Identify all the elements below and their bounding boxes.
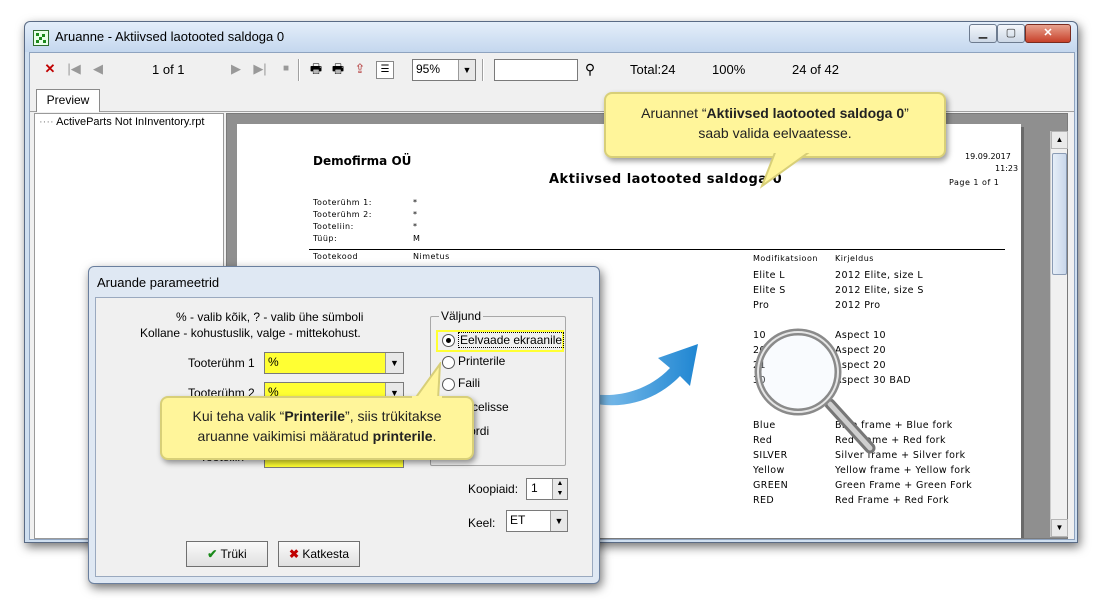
scroll-thumb[interactable] bbox=[1052, 153, 1067, 275]
page-indicator: 1 of 1 bbox=[152, 62, 185, 77]
column-header-modification: Modifikatsioon bbox=[753, 254, 818, 263]
checkmark-icon: ✔ bbox=[207, 547, 218, 561]
first-page-icon[interactable]: |◀ bbox=[66, 61, 82, 77]
row-description: Red Frame + Red Fork bbox=[835, 495, 950, 506]
row-description: 2012 Elite, size S bbox=[835, 285, 924, 296]
cancel-button[interactable]: ✖ Katkesta bbox=[278, 541, 360, 567]
zoom-select[interactable]: 95% ▼ bbox=[412, 59, 476, 81]
search-input[interactable] bbox=[494, 59, 578, 81]
tree-item-label: ActiveParts Not InInventory.rpt bbox=[56, 116, 205, 128]
language-label: Keel: bbox=[468, 516, 496, 530]
last-page-icon[interactable]: ▶| bbox=[252, 61, 268, 77]
cancel-x-icon: ✖ bbox=[288, 547, 299, 561]
magnifier-icon bbox=[754, 328, 876, 454]
chevron-down-icon[interactable]: ▼ bbox=[550, 511, 567, 531]
print-setup-icon[interactable]: 🖶 bbox=[330, 61, 346, 77]
filter-value: * bbox=[413, 198, 418, 207]
language-select[interactable]: ET ▼ bbox=[506, 510, 568, 532]
row-description: Green Frame + Green Fork bbox=[835, 480, 973, 491]
filter-value: * bbox=[413, 210, 418, 219]
row-modification: Pro bbox=[753, 300, 770, 311]
percent-processed: 100% bbox=[712, 62, 746, 77]
next-page-icon[interactable]: ▶ bbox=[228, 61, 244, 77]
tab-preview[interactable]: Preview bbox=[36, 89, 100, 112]
hint-wildcards: % - valib kõik, ? - valib ühe sümboli bbox=[176, 310, 364, 324]
prev-page-icon[interactable]: ◀ bbox=[90, 61, 106, 77]
zoom-value: 95% bbox=[416, 62, 441, 76]
minimize-button[interactable]: ▁ bbox=[969, 24, 997, 43]
close-button[interactable]: ✕ bbox=[1025, 24, 1071, 43]
tree-toggle-icon[interactable]: ☰ bbox=[376, 61, 394, 79]
toolbar: ✕ |◀ ◀ 1 of 1 ▶ ▶| ■ 🖶 🖶 ⇪ ☰ 95% ▼ ⚲ Tot… bbox=[30, 53, 1074, 87]
row-modification: RED bbox=[753, 495, 775, 506]
column-header-code: Tootekood bbox=[313, 252, 359, 261]
report-title: Aktiivsed laotooted saldoga 0 bbox=[549, 172, 783, 187]
header-rule bbox=[309, 249, 1005, 250]
field1-label: Tooterühm 1 bbox=[188, 356, 255, 370]
hint-colors: Kollane - kohustuslik, valge - mittekohu… bbox=[140, 326, 361, 340]
output-group-label: Väljund bbox=[439, 309, 484, 323]
tree-line-icon: ···· bbox=[39, 116, 54, 128]
column-header-name: Nimetus bbox=[413, 252, 450, 261]
close-icon[interactable]: ✕ bbox=[42, 61, 58, 77]
callout-preview-note: Aruannet “Aktiivsed laotooted saldoga 0”… bbox=[604, 92, 946, 158]
filter-value: * bbox=[413, 222, 418, 231]
window-title: Aruanne - Aktiivsed laotooted saldoga 0 bbox=[55, 29, 285, 44]
row-modification: Elite L bbox=[753, 270, 785, 281]
report-page-number: Page 1 of 1 bbox=[949, 178, 1000, 187]
row-modification: Elite S bbox=[753, 285, 786, 296]
maximize-button[interactable]: ▢ bbox=[997, 24, 1025, 43]
report-date: 19.09.2017 bbox=[965, 152, 1011, 161]
field1-select[interactable]: % ▼ bbox=[264, 352, 404, 374]
filter-label: Tooteliin: bbox=[313, 222, 354, 231]
radio-file-label[interactable]: Faili bbox=[458, 376, 480, 390]
radio-preview-label[interactable]: Eelvaade ekraanile bbox=[458, 332, 565, 348]
radio-printer-label[interactable]: Printerile bbox=[458, 354, 505, 368]
vertical-scrollbar[interactable]: ▲ ▼ bbox=[1050, 131, 1068, 537]
total-records: Total:24 bbox=[630, 62, 676, 77]
report-company: Demofirma OÜ bbox=[313, 154, 412, 168]
title-bar[interactable]: Aruanne - Aktiivsed laotooted saldoga 0 … bbox=[25, 22, 1077, 52]
row-description: 2012 Elite, size L bbox=[835, 270, 924, 281]
row-description: 2012 Pro bbox=[835, 300, 881, 311]
radio-preview[interactable] bbox=[442, 334, 455, 347]
chevron-down-icon[interactable]: ▼ bbox=[458, 60, 475, 80]
callout-printer-note: Kui teha valik “Printerile”, siis trükit… bbox=[160, 396, 474, 460]
copies-label: Koopiaid: bbox=[468, 482, 519, 496]
callout-pointer bbox=[759, 150, 816, 189]
binoculars-icon[interactable]: ⚲ bbox=[582, 61, 598, 77]
column-header-description: Kirjeldus bbox=[835, 254, 874, 263]
filter-label: Tooterühm 1: bbox=[313, 198, 372, 207]
scroll-down-icon[interactable]: ▼ bbox=[1051, 519, 1068, 537]
spin-icon[interactable]: ▲ ▼ bbox=[552, 479, 567, 499]
toolbar-separator bbox=[482, 59, 484, 81]
scroll-up-icon[interactable]: ▲ bbox=[1051, 131, 1068, 149]
records-count: 24 of 42 bbox=[792, 62, 839, 77]
copies-stepper[interactable]: 1 ▲ ▼ bbox=[526, 478, 568, 500]
filter-value: M bbox=[413, 234, 421, 243]
print-button[interactable]: ✔ Trüki bbox=[186, 541, 268, 567]
row-modification: GREEN bbox=[753, 480, 789, 491]
report-time: 11:23 bbox=[995, 164, 1019, 173]
app-icon bbox=[33, 30, 49, 46]
dialog-title: Aruande parameetrid bbox=[97, 275, 220, 290]
print-icon[interactable]: 🖶 bbox=[308, 61, 324, 77]
toolbar-separator bbox=[298, 59, 300, 81]
tree-item-report[interactable]: ···· ActiveParts Not InInventory.rpt bbox=[39, 116, 204, 128]
filter-label: Tüüp: bbox=[313, 234, 338, 243]
stop-icon[interactable]: ■ bbox=[278, 61, 294, 77]
callout-pointer bbox=[412, 362, 442, 402]
filter-label: Tooterühm 2: bbox=[313, 210, 372, 219]
export-icon[interactable]: ⇪ bbox=[352, 61, 368, 77]
